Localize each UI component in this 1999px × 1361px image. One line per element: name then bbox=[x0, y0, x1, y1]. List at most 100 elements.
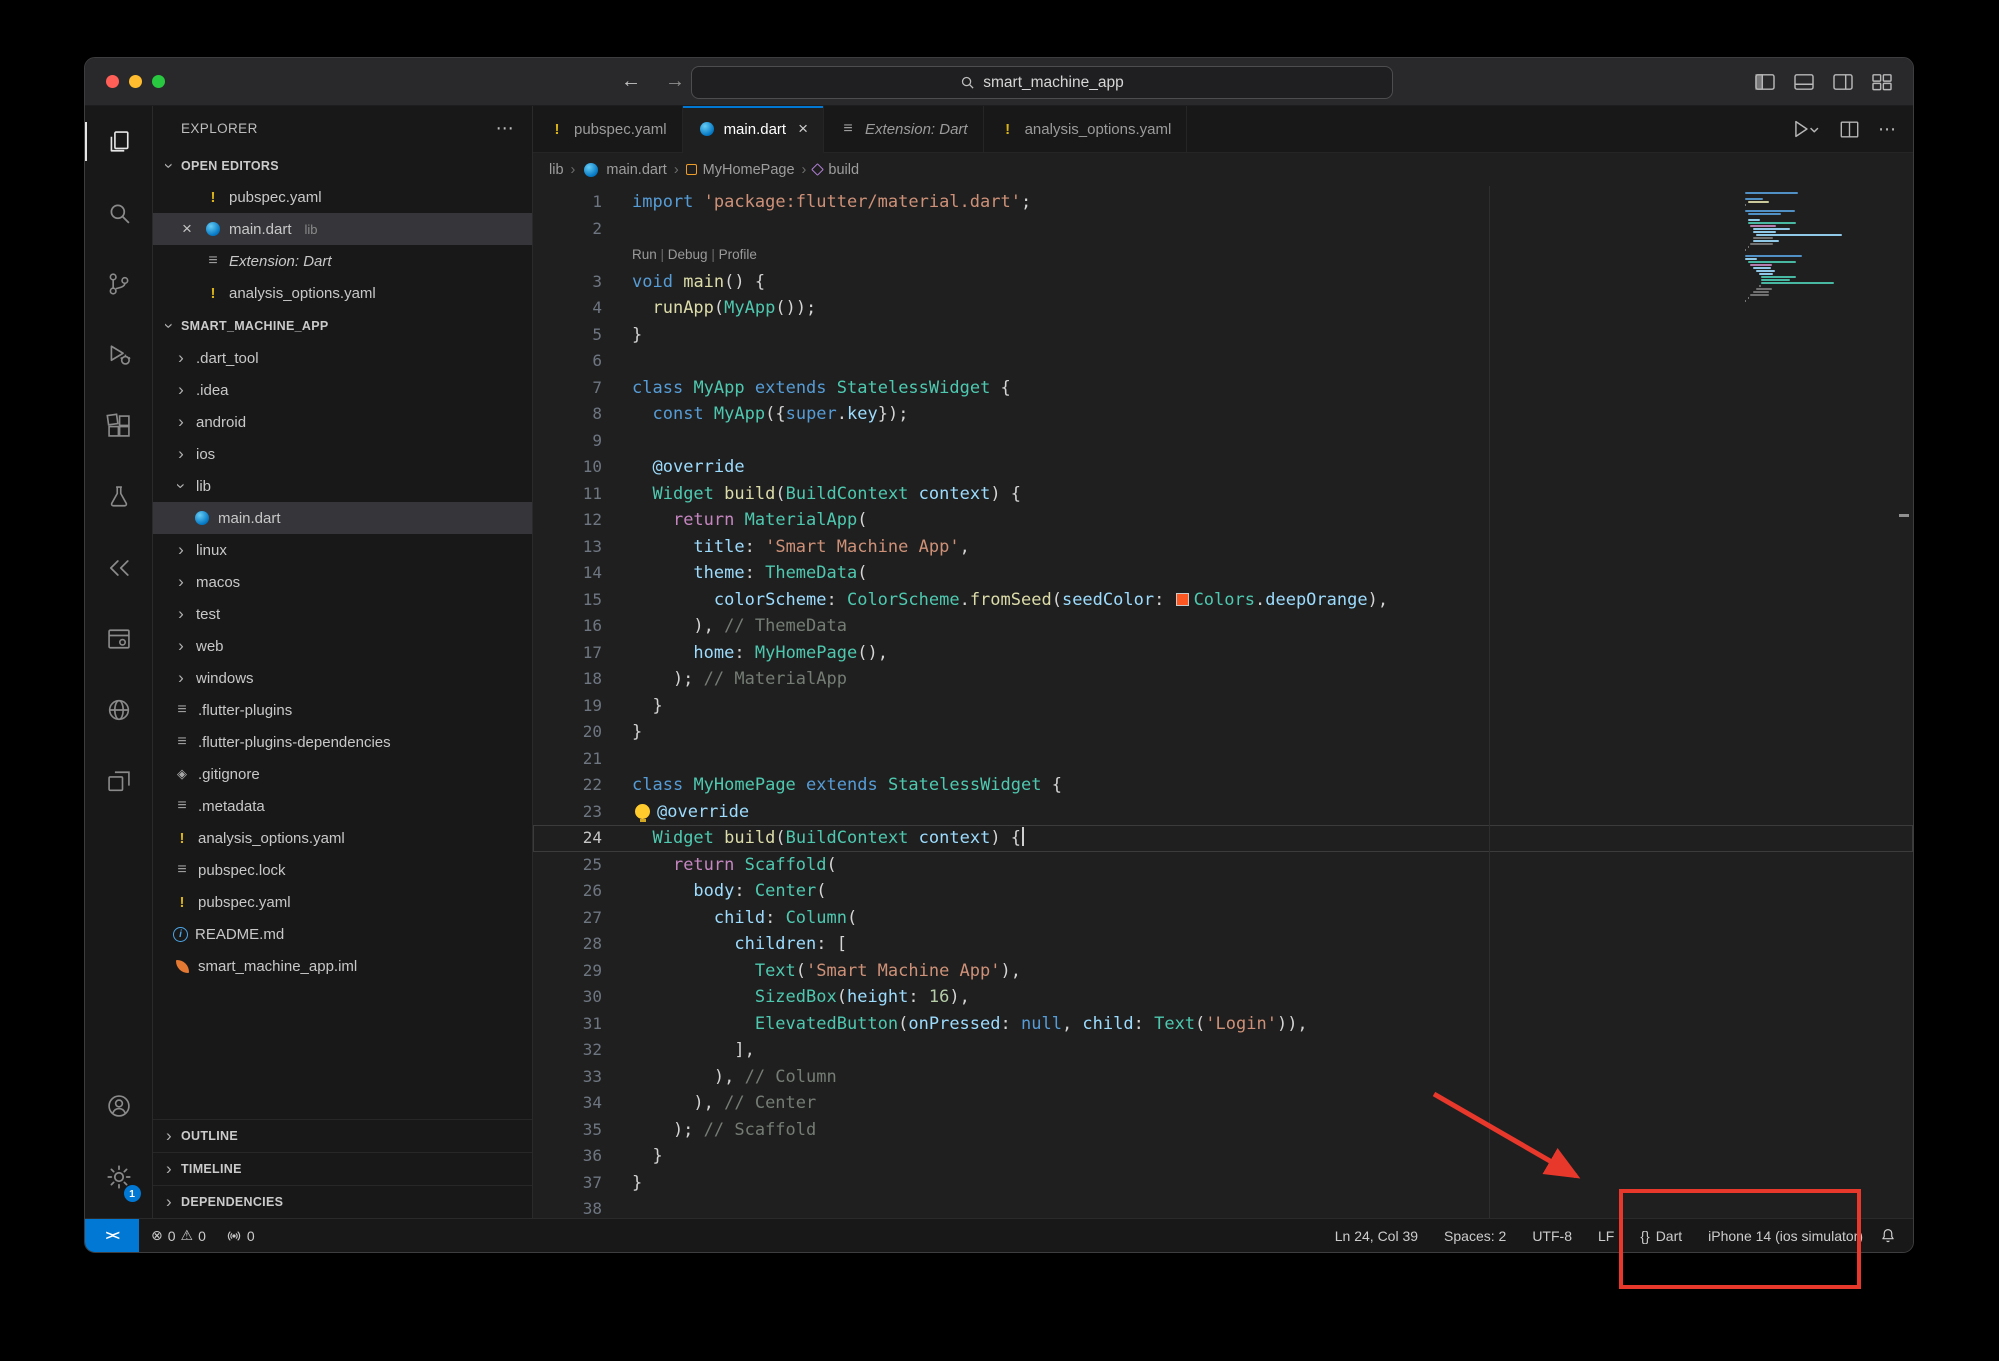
run-or-debug-icon[interactable] bbox=[1791, 118, 1821, 140]
activity-item-explorer[interactable] bbox=[85, 106, 153, 177]
line-number[interactable]: 11 bbox=[533, 481, 632, 508]
code-line-19[interactable]: 19 } bbox=[533, 693, 1913, 720]
activity-item-devtools[interactable] bbox=[85, 603, 153, 674]
status-encoding[interactable]: UTF-8 bbox=[1532, 1228, 1572, 1244]
minimap[interactable] bbox=[1745, 192, 1897, 305]
toggle-panel-icon[interactable] bbox=[1793, 73, 1815, 91]
status-cursor-position[interactable]: Ln 24, Col 39 bbox=[1335, 1228, 1418, 1244]
line-number[interactable]: 18 bbox=[533, 666, 632, 693]
line-number[interactable]: 15 bbox=[533, 587, 632, 614]
activity-item-search[interactable] bbox=[85, 177, 153, 248]
code-line-24[interactable]: 24 Widget build(BuildContext context) { bbox=[533, 825, 1913, 852]
code-line-7[interactable]: 7class MyApp extends StatelessWidget { bbox=[533, 375, 1913, 402]
minimize-window-button[interactable] bbox=[129, 75, 142, 88]
activity-item-extensions[interactable] bbox=[85, 390, 153, 461]
line-number[interactable]: 20 bbox=[533, 719, 632, 746]
editor-more-actions-icon[interactable]: ⋯ bbox=[1878, 119, 1897, 140]
code-line-18[interactable]: 18 ); // MaterialApp bbox=[533, 666, 1913, 693]
code-line-15[interactable]: 15 colorScheme: ColorScheme.fromSeed(see… bbox=[533, 587, 1913, 614]
code-line-32[interactable]: 32 ], bbox=[533, 1037, 1913, 1064]
code-line-33[interactable]: 33 ), // Column bbox=[533, 1064, 1913, 1091]
code-line-17[interactable]: 17 home: MyHomePage(), bbox=[533, 640, 1913, 667]
code-line-12[interactable]: 12 return MaterialApp( bbox=[533, 507, 1913, 534]
folder-windows[interactable]: ›windows bbox=[153, 662, 532, 694]
activity-item-run-and-debug[interactable] bbox=[85, 319, 153, 390]
codelens-profile[interactable]: Profile bbox=[719, 247, 757, 262]
line-number[interactable]: 7 bbox=[533, 375, 632, 402]
file-analysis-options-yaml[interactable]: !analysis_options.yaml bbox=[153, 822, 532, 854]
line-number[interactable]: 32 bbox=[533, 1037, 632, 1064]
file-gitignore[interactable]: ◈.gitignore bbox=[153, 758, 532, 790]
code-line-38[interactable]: 38 bbox=[533, 1196, 1913, 1218]
code-line-16[interactable]: 16 ), // ThemeData bbox=[533, 613, 1913, 640]
line-number[interactable]: 3 bbox=[533, 269, 632, 296]
close-icon[interactable]: × bbox=[798, 119, 808, 139]
line-number[interactable]: 37 bbox=[533, 1170, 632, 1197]
folder-linux[interactable]: ›linux bbox=[153, 534, 532, 566]
folder-test[interactable]: ›test bbox=[153, 598, 532, 630]
line-number[interactable]: 26 bbox=[533, 878, 632, 905]
breadcrumb-lib[interactable]: lib bbox=[549, 162, 564, 178]
line-number[interactable]: 38 bbox=[533, 1196, 632, 1218]
open-editor-main-dart[interactable]: ×main.dartlib bbox=[153, 213, 532, 245]
status-language-mode[interactable]: {}Dart bbox=[1640, 1228, 1682, 1244]
settings-button[interactable]: 1 bbox=[85, 1141, 153, 1212]
code-line-22[interactable]: 22class MyHomePage extends StatelessWidg… bbox=[533, 772, 1913, 799]
code-line-4[interactable]: 4 runApp(MyApp()); bbox=[533, 295, 1913, 322]
lightbulb-icon[interactable] bbox=[635, 804, 650, 819]
section-open-editors[interactable]: › OPEN EDITORS bbox=[153, 151, 532, 181]
line-number[interactable]: 1 bbox=[533, 189, 632, 216]
code-line-28[interactable]: 28 children: [ bbox=[533, 931, 1913, 958]
code-line-9[interactable]: 9 bbox=[533, 428, 1913, 455]
toggle-sidebar-icon[interactable] bbox=[1754, 73, 1776, 91]
code-line-37[interactable]: 37} bbox=[533, 1170, 1913, 1197]
folder-dart-tool[interactable]: ›.dart_tool bbox=[153, 342, 532, 374]
code-line-11[interactable]: 11 Widget build(BuildContext context) { bbox=[533, 481, 1913, 508]
status-indentation[interactable]: Spaces: 2 bbox=[1444, 1228, 1506, 1244]
status-problems[interactable]: ⊗ 0 ⚠ 0 bbox=[151, 1227, 206, 1244]
line-number[interactable]: 28 bbox=[533, 931, 632, 958]
file-flutter-plugins[interactable]: ≡.flutter-plugins bbox=[153, 694, 532, 726]
tab-main-dart[interactable]: main.dart× bbox=[683, 106, 824, 153]
line-number[interactable]: 9 bbox=[533, 428, 632, 455]
code-line-1[interactable]: 1import 'package:flutter/material.dart'; bbox=[533, 189, 1913, 216]
line-number[interactable]: 13 bbox=[533, 534, 632, 561]
line-number[interactable]: 14 bbox=[533, 560, 632, 587]
command-center-search[interactable]: smart_machine_app bbox=[691, 66, 1393, 99]
activity-item-testing[interactable] bbox=[85, 461, 153, 532]
tab-analysis-options-yaml[interactable]: !analysis_options.yaml bbox=[984, 106, 1188, 152]
status-eol[interactable]: LF bbox=[1598, 1228, 1614, 1244]
line-number[interactable]: 29 bbox=[533, 958, 632, 985]
line-number[interactable]: 5 bbox=[533, 322, 632, 349]
code-line-34[interactable]: 34 ), // Center bbox=[533, 1090, 1913, 1117]
tab-pubspec-yaml[interactable]: !pubspec.yaml bbox=[533, 106, 683, 152]
close-icon[interactable]: × bbox=[177, 219, 197, 239]
code-line-2[interactable]: 2 bbox=[533, 216, 1913, 243]
back-arrow-icon[interactable]: ← bbox=[621, 70, 641, 93]
line-number[interactable] bbox=[533, 242, 632, 269]
code-line-6[interactable]: 6 bbox=[533, 348, 1913, 375]
activity-item-remote-explorer[interactable] bbox=[85, 745, 153, 816]
code-line-25[interactable]: 25 return Scaffold( bbox=[533, 852, 1913, 879]
accounts-button[interactable] bbox=[85, 1070, 153, 1141]
close-window-button[interactable] bbox=[106, 75, 119, 88]
remote-indicator[interactable]: >< bbox=[85, 1219, 139, 1252]
maximize-window-button[interactable] bbox=[152, 75, 165, 88]
breadcrumb-main-dart[interactable]: main.dart bbox=[582, 161, 666, 179]
code-line-27[interactable]: 27 child: Column( bbox=[533, 905, 1913, 932]
line-number[interactable]: 16 bbox=[533, 613, 632, 640]
line-number[interactable]: 36 bbox=[533, 1143, 632, 1170]
folder-android[interactable]: ›android bbox=[153, 406, 532, 438]
line-number[interactable]: 25 bbox=[533, 852, 632, 879]
line-number[interactable]: 30 bbox=[533, 984, 632, 1011]
line-number[interactable]: 19 bbox=[533, 693, 632, 720]
folder-lib[interactable]: ›lib bbox=[153, 470, 532, 502]
line-number[interactable]: 6 bbox=[533, 348, 632, 375]
code-line-35[interactable]: 35 ); // Scaffold bbox=[533, 1117, 1913, 1144]
line-number[interactable]: 4 bbox=[533, 295, 632, 322]
code-line-5[interactable]: 5} bbox=[533, 322, 1913, 349]
file-main-dart[interactable]: main.dart bbox=[153, 502, 532, 534]
codelens-run[interactable]: Run bbox=[632, 247, 657, 262]
explorer-more-actions-icon[interactable]: ⋯ bbox=[496, 118, 514, 139]
bell-icon[interactable] bbox=[1879, 1227, 1897, 1245]
